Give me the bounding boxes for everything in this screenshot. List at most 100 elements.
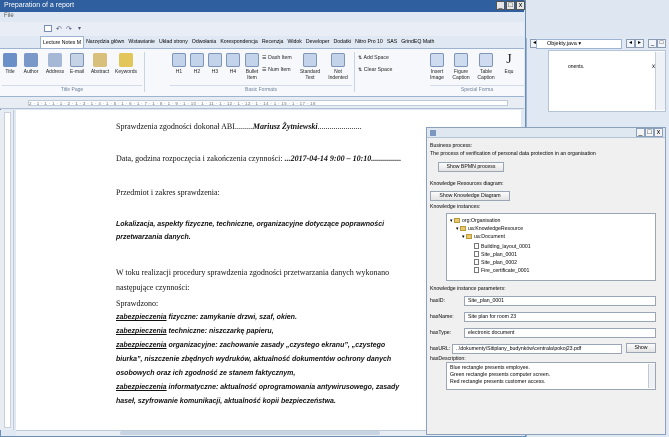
- save-icon[interactable]: [44, 25, 52, 32]
- author-button[interactable]: Author: [20, 53, 42, 75]
- editor-pane[interactable]: [548, 50, 666, 112]
- hastype-label: hasType:: [430, 330, 452, 336]
- tree-leaf-building-layout[interactable]: Building_layout_0001: [474, 243, 531, 251]
- nav-left-icon[interactable]: ◂: [626, 39, 635, 48]
- clear-space-button[interactable]: ⇅ Clear Space: [358, 67, 392, 73]
- scope-text-line1: Lokalizacja, aspekty fizyczne, techniczn…: [116, 221, 385, 228]
- item-keyword: zabezpieczenia: [116, 328, 167, 335]
- h1-button[interactable]: H1: [172, 53, 186, 75]
- document-icon: [474, 243, 479, 249]
- table-caption-icon: [479, 53, 493, 67]
- table-caption-button[interactable]: Table Caption: [475, 53, 497, 81]
- num-item-button[interactable]: ☰ Num Item: [262, 67, 291, 73]
- maximize-button[interactable]: □: [506, 1, 515, 10]
- figure-caption-label: Figure Caption: [452, 69, 470, 81]
- tab-home[interactable]: Narzędzia główn: [84, 36, 126, 48]
- folder-icon: [460, 226, 467, 231]
- show-knowledge-diagram-button[interactable]: Show Knowledge Diagram: [430, 191, 510, 201]
- hasname-field[interactable]: Site plan for room 23: [464, 312, 656, 322]
- email-icon: [70, 53, 84, 67]
- figure-caption-button[interactable]: Figure Caption: [450, 53, 472, 81]
- redo-icon[interactable]: ↷: [66, 25, 74, 33]
- ide-toolbar: [526, 0, 669, 38]
- insert-image-button[interactable]: Insert Image: [428, 53, 446, 81]
- tree-leaf-site-plan-2[interactable]: Site_plan_0002: [474, 259, 517, 267]
- document-icon: [474, 267, 479, 273]
- undo-icon[interactable]: ↶: [56, 25, 64, 33]
- tab-view[interactable]: Widok: [285, 36, 303, 48]
- dash-item-button[interactable]: ☰ Dash Item: [262, 55, 292, 61]
- hastype-field[interactable]: electronic document: [464, 328, 656, 338]
- maximize-pane-icon[interactable]: □: [657, 39, 666, 48]
- keywords-button[interactable]: Keywords: [112, 53, 140, 75]
- tree-leaf-site-plan-1[interactable]: Site_plan_0001: [474, 251, 517, 259]
- address-button[interactable]: Address: [43, 53, 67, 75]
- description-scrollbar[interactable]: [648, 364, 655, 388]
- editor-scrollbar[interactable]: [655, 52, 665, 110]
- dialog-minimize-button[interactable]: _: [636, 128, 645, 137]
- tab-page-layout[interactable]: Układ strony: [157, 36, 190, 48]
- nav-right-icon[interactable]: ▸: [635, 39, 644, 48]
- h3-button[interactable]: H3: [208, 53, 222, 75]
- not-indented-button[interactable]: Not Indented: [326, 53, 350, 81]
- bullet-item-button[interactable]: Bullet Item: [244, 53, 260, 81]
- hasurl-field[interactable]: ..\dokumenty\Sitiplany_budynków\centrala…: [452, 344, 622, 354]
- checker-name: Mariusz Żytniewski: [252, 122, 318, 131]
- description-textarea[interactable]: Blue rectangle presents employee. Green …: [446, 362, 656, 390]
- add-space-button[interactable]: ⇅ Add Space: [358, 55, 389, 61]
- tab-grindeq[interactable]: GrindEQ Math: [399, 36, 436, 48]
- tab-sas[interactable]: SAS: [385, 36, 399, 48]
- tree-node-knowledge-resource[interactable]: ▾ ua:KnowledgeResource: [456, 226, 523, 233]
- minimize-button[interactable]: _: [496, 1, 505, 10]
- folder-icon: [466, 234, 473, 239]
- standard-text-button[interactable]: Standard Text: [298, 53, 322, 81]
- bullet-list-icon: [245, 53, 259, 67]
- tree-node-document[interactable]: ▾ ua:Document: [462, 234, 505, 241]
- tree-leaf-fire-certificate[interactable]: Fire_certificate_0001: [474, 267, 529, 275]
- email-button[interactable]: E-mail: [67, 53, 87, 75]
- title-button[interactable]: Title: [2, 53, 18, 75]
- editor-tab[interactable]: Objekty.java ▾: [536, 39, 622, 49]
- tab-lecture-notes[interactable]: Lecture Notes M: [40, 36, 85, 48]
- h4-button[interactable]: H4: [226, 53, 240, 75]
- minimize-pane-icon[interactable]: _: [648, 39, 657, 48]
- show-bpmn-button[interactable]: Show BPMN process: [438, 162, 504, 172]
- tab-mailings[interactable]: Korespondencja: [218, 36, 260, 48]
- file-menu-label[interactable]: File: [4, 13, 14, 19]
- ribbon-tabs: Lecture Notes M Narzędzia główn Wstawian…: [0, 36, 524, 49]
- document-icon: [474, 251, 479, 257]
- date-line: Data, godzina rozpoczęcia i zakończenia …: [116, 154, 401, 163]
- close-button[interactable]: x: [516, 1, 525, 10]
- folder-icon: [454, 218, 461, 223]
- vertical-ruler-scale[interactable]: [4, 112, 11, 428]
- tree-leaf-label: Site_plan_0002: [481, 260, 518, 266]
- scrollbar-thumb[interactable]: [120, 431, 380, 435]
- ruler-scale[interactable]: 2 · 1 · 1 · 1 · 1 · 2 · 1 · 3 · 1 · 4 · …: [28, 100, 508, 106]
- tab-references[interactable]: Odwołania: [190, 36, 219, 48]
- knowledge-tree[interactable]: ▾ org:Organisation ▾ ua:KnowledgeResourc…: [446, 213, 656, 281]
- item-keyword: zabezpieczenia: [116, 384, 167, 391]
- customize-qat-icon[interactable]: ▾: [78, 25, 86, 32]
- tab-addins[interactable]: Dodatki: [332, 36, 354, 48]
- group-basic-formats: Basic Formats: [170, 85, 352, 93]
- tab-nitro[interactable]: Nitro Pro 10: [353, 36, 385, 48]
- parameters-label: Knowledge instance parameters:: [430, 286, 506, 292]
- abstract-button[interactable]: Abstract: [88, 53, 112, 75]
- tab-developer[interactable]: Developer: [304, 36, 332, 48]
- tree-node-organisation[interactable]: ▾ org:Organisation: [450, 218, 500, 225]
- file-menu[interactable]: File: [0, 12, 524, 22]
- tab-insert[interactable]: Wstawianie: [126, 36, 157, 48]
- equation-button[interactable]: J Equ: [500, 53, 518, 76]
- dialog-maximize-button[interactable]: □: [645, 128, 654, 137]
- description-line: Green rectangle presents computer screen…: [450, 372, 551, 378]
- show-url-button[interactable]: Show: [626, 343, 656, 353]
- tree-leaf-label: Site_plan_0001: [481, 252, 518, 258]
- ribbon-separator: [144, 52, 145, 92]
- dialog-close-button[interactable]: x: [654, 128, 663, 137]
- hasid-label: hasID:: [430, 298, 445, 304]
- hasid-field[interactable]: Site_plan_0001: [464, 296, 656, 306]
- group-title-page: Title Page: [2, 85, 142, 93]
- h4-label: H4: [229, 69, 237, 75]
- h2-button[interactable]: H2: [190, 53, 204, 75]
- tab-review[interactable]: Recenzja: [260, 36, 286, 48]
